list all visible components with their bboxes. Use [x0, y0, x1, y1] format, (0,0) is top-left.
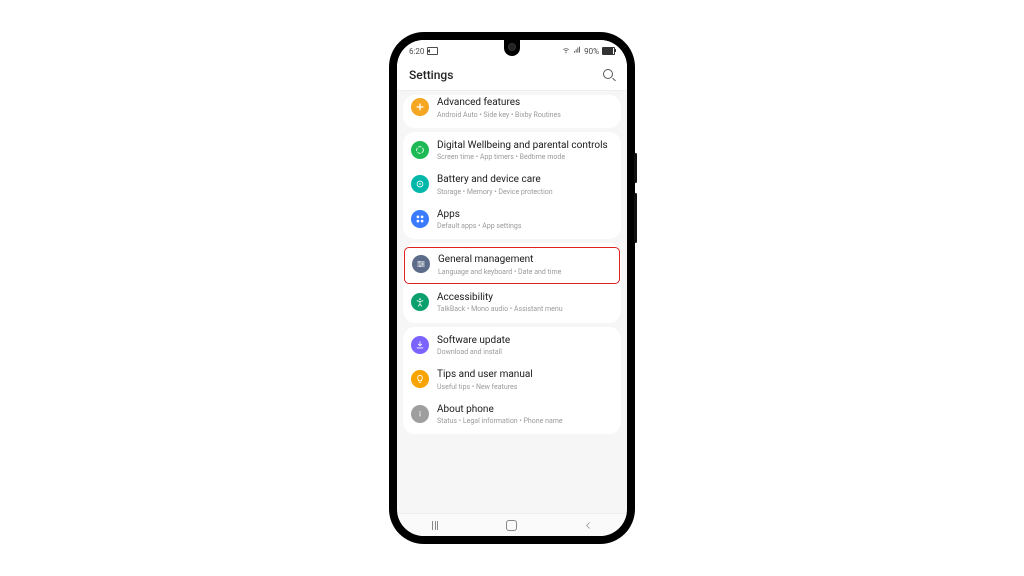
power-button: [634, 193, 637, 243]
settings-group: Advanced featuresAndroid Auto • Side key…: [403, 95, 621, 128]
item-subtitle: Language and keyboard • Date and time: [438, 268, 612, 277]
app-header: Settings: [397, 60, 627, 91]
nav-home[interactable]: [494, 518, 530, 532]
item-subtitle: Download and install: [437, 348, 613, 357]
navigation-bar: [397, 513, 627, 536]
phone-frame: 6:20 90% Settings Advance: [390, 33, 634, 543]
status-right: 90%: [562, 46, 615, 56]
sliders-icon: [412, 255, 430, 273]
status-left: 6:20: [409, 47, 438, 56]
item-subtitle: Status • Legal information • Phone name: [437, 417, 613, 426]
settings-item-about[interactable]: About phoneStatus • Legal information • …: [403, 398, 621, 433]
settings-item-apps[interactable]: AppsDefault apps • App settings: [403, 203, 621, 238]
settings-item-wellbeing[interactable]: Digital Wellbeing and parental controlsS…: [403, 134, 621, 169]
signal-icon: [573, 46, 581, 56]
item-title: Apps: [437, 209, 613, 222]
accessibility-icon: [411, 293, 429, 311]
item-title: Software update: [437, 335, 613, 348]
item-subtitle: Storage • Memory • Device protection: [437, 188, 613, 197]
settings-group: General managementLanguage and keyboard …: [403, 243, 621, 322]
battery-percent: 90%: [584, 47, 599, 56]
settings-item-software[interactable]: Software updateDownload and install: [403, 329, 621, 364]
item-title: General management: [438, 254, 612, 267]
item-subtitle: Default apps • App settings: [437, 222, 613, 231]
device-care-icon: [411, 175, 429, 193]
item-title: Accessibility: [437, 292, 613, 305]
item-title: About phone: [437, 404, 613, 417]
search-icon[interactable]: [603, 69, 615, 81]
plus-badge-icon: [411, 98, 429, 116]
battery-icon: [602, 47, 615, 55]
lightbulb-icon: [411, 370, 429, 388]
page-title: Settings: [409, 68, 453, 82]
settings-item-accessibility[interactable]: AccessibilityTalkBack • Mono audio • Ass…: [403, 286, 621, 321]
item-subtitle: Android Auto • Side key • Bixby Routines: [437, 111, 613, 120]
wellbeing-icon: [411, 141, 429, 159]
item-subtitle: TalkBack • Mono audio • Assistant menu: [437, 305, 613, 314]
camera-indicator-icon: [427, 47, 438, 55]
item-title: Battery and device care: [437, 174, 613, 187]
settings-item-general[interactable]: General managementLanguage and keyboard …: [405, 248, 619, 283]
item-title: Digital Wellbeing and parental controls: [437, 140, 613, 153]
settings-group: Software updateDownload and installTips …: [403, 327, 621, 435]
notch: [504, 40, 520, 56]
volume-button: [634, 153, 637, 183]
settings-list[interactable]: Advanced featuresAndroid Auto • Side key…: [397, 91, 627, 513]
settings-item-battery[interactable]: Battery and device careStorage • Memory …: [403, 168, 621, 203]
status-time: 6:20: [409, 47, 424, 56]
highlighted-item: General managementLanguage and keyboard …: [404, 247, 620, 284]
item-subtitle: Screen time • App timers • Bedtime mode: [437, 153, 613, 162]
nav-recents[interactable]: [417, 518, 453, 532]
wifi-icon: [562, 46, 570, 56]
nav-back[interactable]: [571, 518, 607, 532]
phone-screen: 6:20 90% Settings Advance: [397, 40, 627, 536]
settings-group: Digital Wellbeing and parental controlsS…: [403, 132, 621, 240]
item-title: Advanced features: [437, 97, 613, 110]
info-icon: [411, 405, 429, 423]
item-title: Tips and user manual: [437, 369, 613, 382]
stage: 6:20 90% Settings Advance: [0, 0, 1024, 576]
settings-item-tips[interactable]: Tips and user manualUseful tips • New fe…: [403, 363, 621, 398]
download-icon: [411, 336, 429, 354]
settings-item-advanced[interactable]: Advanced featuresAndroid Auto • Side key…: [403, 97, 621, 126]
apps-grid-icon: [411, 210, 429, 228]
item-subtitle: Useful tips • New features: [437, 383, 613, 392]
